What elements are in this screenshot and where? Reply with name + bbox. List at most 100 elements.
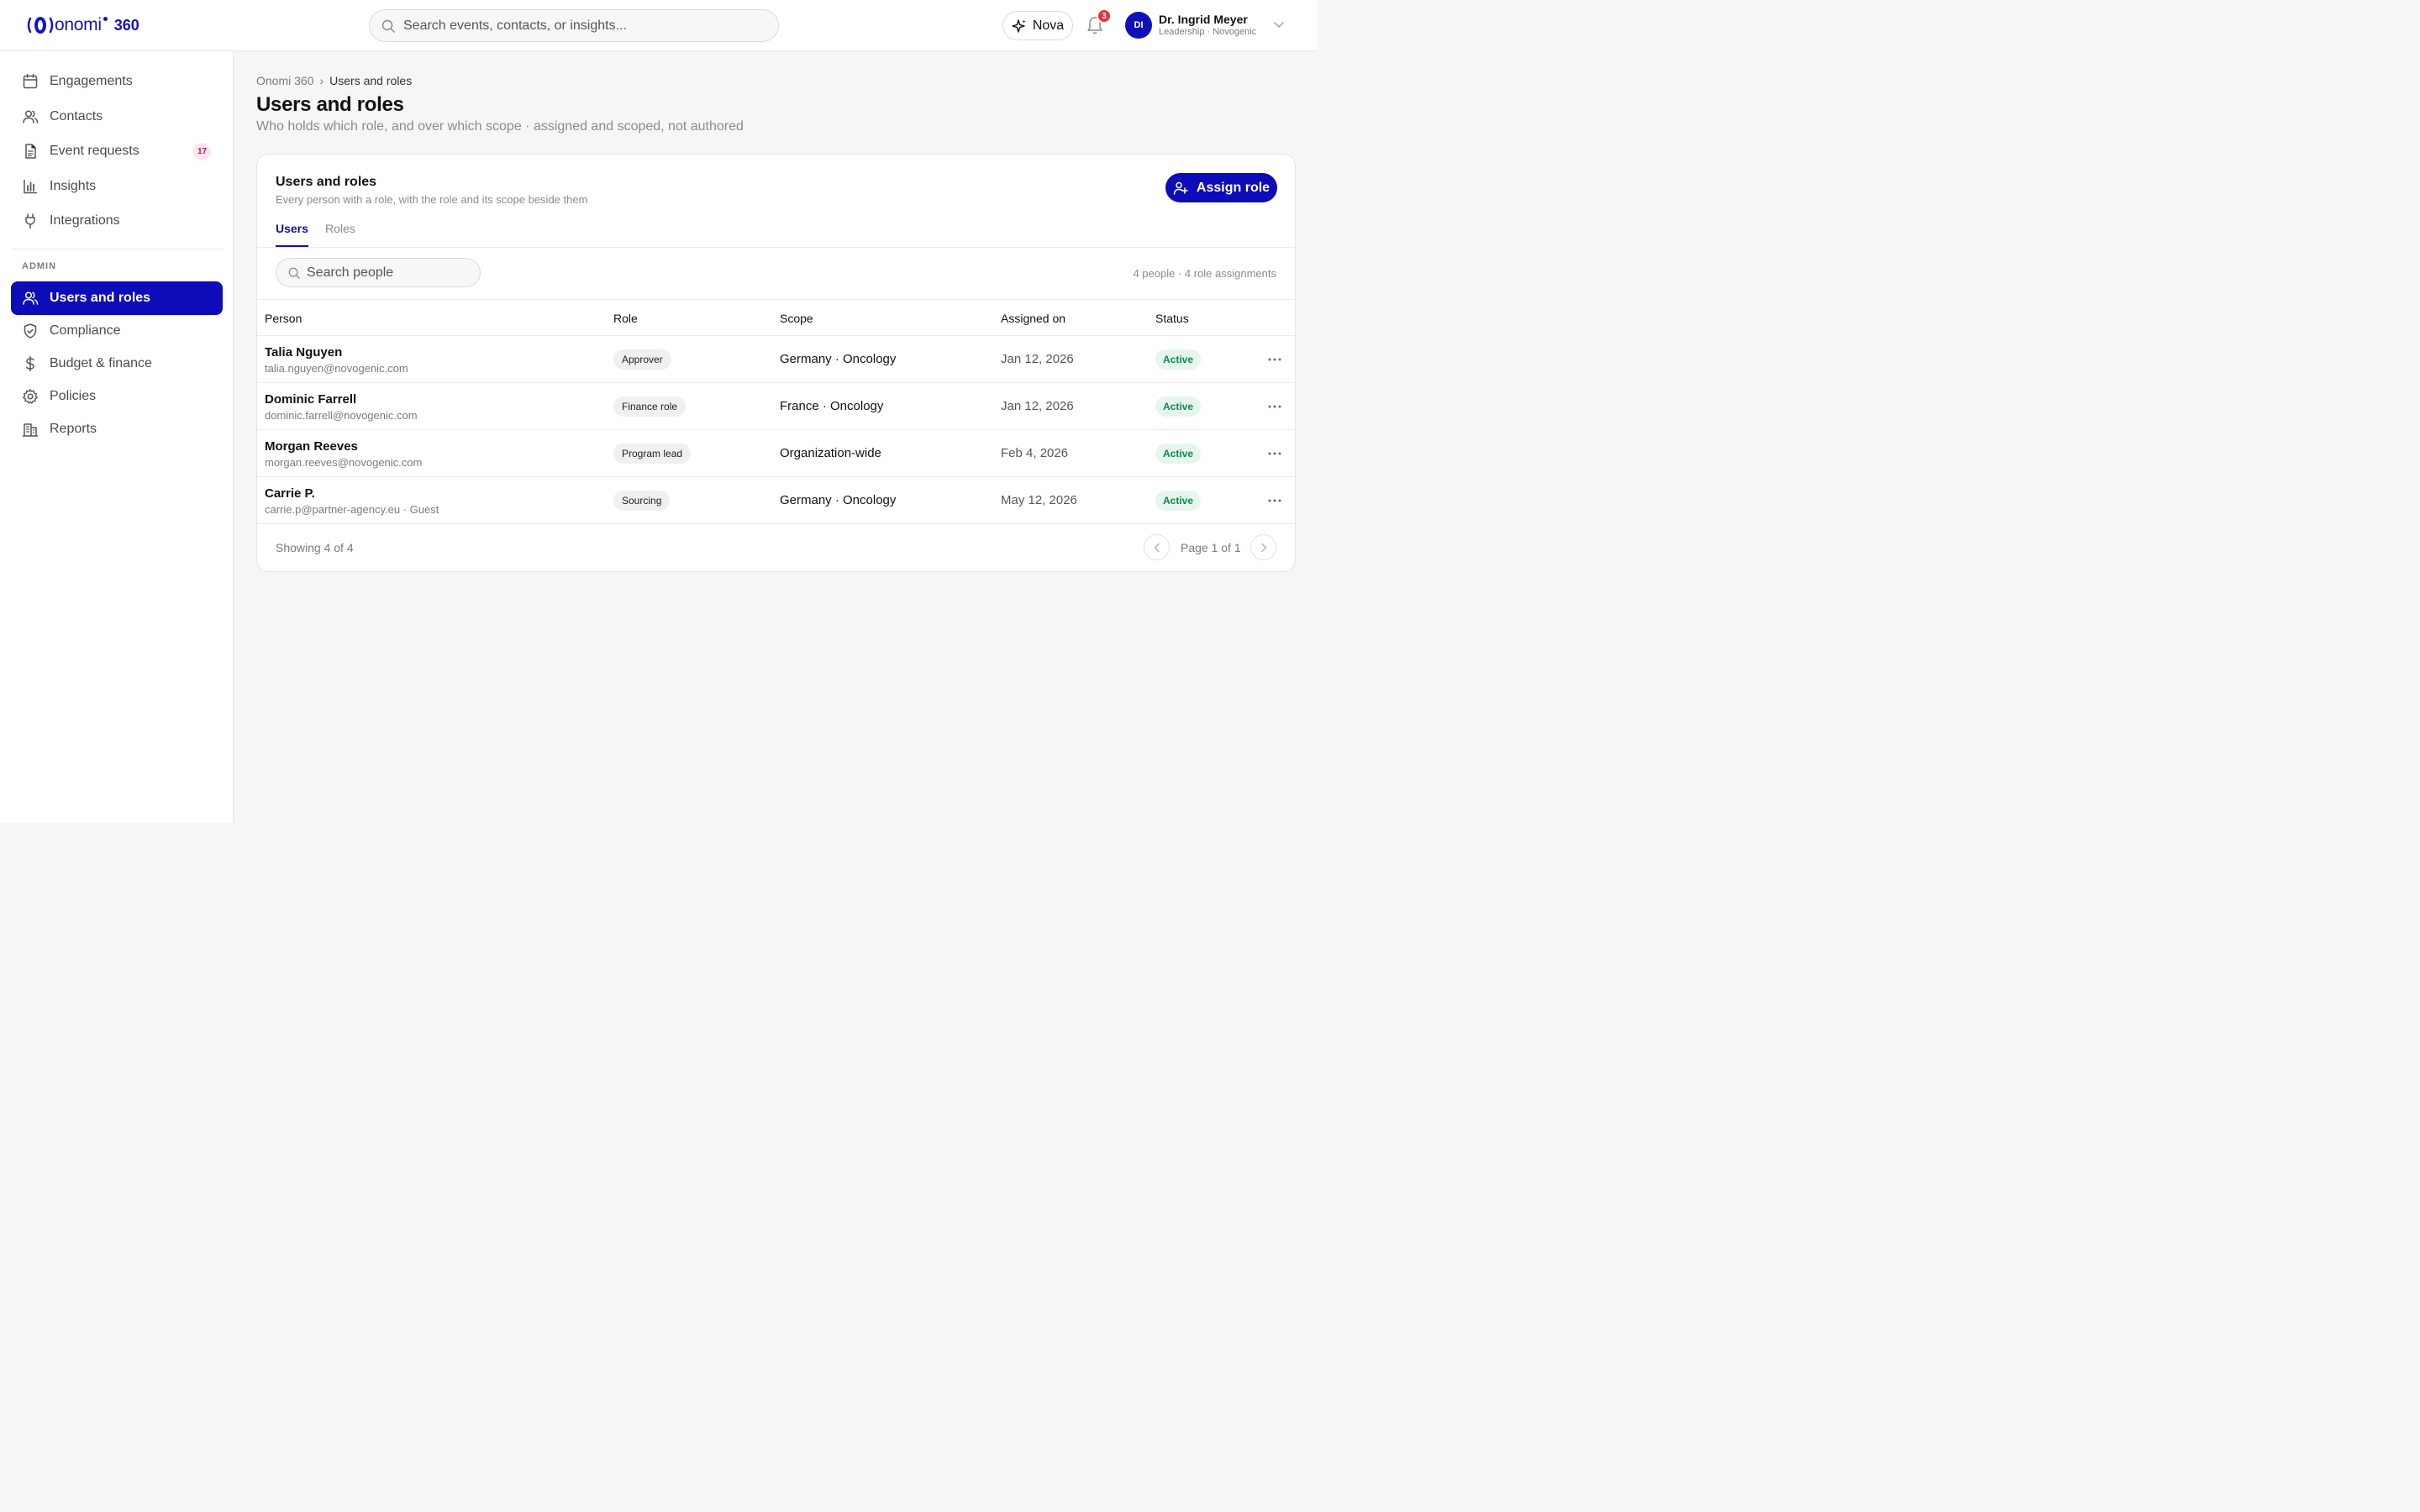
- user-role: Leadership · Novogenic: [1159, 27, 1257, 37]
- logo-dot: [103, 16, 108, 21]
- person-email: morgan.reeves@novogenic.com: [265, 456, 423, 469]
- users-icon: [22, 290, 39, 307]
- onomi-logo[interactable]: onomi 360: [27, 14, 139, 36]
- logo-suffix: 360: [113, 16, 139, 34]
- next-page-button[interactable]: [1250, 534, 1276, 560]
- breadcrumb-root[interactable]: Onomi 360: [256, 74, 313, 87]
- column-header-role[interactable]: Role: [613, 312, 638, 325]
- chevron-down-icon[interactable]: [1273, 20, 1285, 29]
- sidebar-item-insights[interactable]: Insights: [11, 170, 223, 203]
- assigned-date: Jan 12, 2026: [1001, 352, 1074, 366]
- avatar[interactable]: DI: [1125, 12, 1152, 39]
- status-badge: Active: [1155, 396, 1202, 417]
- sidebar-item-event-requests[interactable]: Event requests 17: [11, 134, 223, 168]
- status-badge: Active: [1155, 491, 1202, 511]
- scope-text: Germany · Oncology: [780, 352, 897, 366]
- table-row[interactable]: Dominic Farrell dominic.farrell@novogeni…: [257, 383, 1295, 430]
- previous-page-button[interactable]: [1144, 534, 1170, 560]
- status-badge: Active: [1155, 444, 1202, 464]
- person-name: Carrie P.: [265, 486, 315, 501]
- notification-badge: 3: [1097, 8, 1112, 24]
- sidebar-item-label: Engagements: [50, 74, 133, 88]
- more-icon[interactable]: [1267, 492, 1282, 509]
- users-icon: [22, 108, 39, 125]
- nova-label: Nova: [1032, 18, 1065, 33]
- global-search[interactable]: [369, 9, 779, 42]
- card-subtitle: Every person with a role, with the role …: [276, 193, 588, 206]
- showing-count: Showing 4 of 4: [276, 541, 354, 554]
- dollar-icon: [22, 355, 39, 372]
- card-title: Users and roles: [276, 175, 377, 189]
- assigned-date: Feb 4, 2026: [1001, 446, 1069, 460]
- global-search-input[interactable]: [403, 18, 756, 34]
- search-icon: [381, 19, 395, 33]
- tab-users[interactable]: Users: [276, 222, 308, 247]
- sidebar-item-compliance[interactable]: Compliance: [11, 314, 223, 348]
- bar-chart-icon: [22, 178, 39, 195]
- calendar-icon: [22, 73, 39, 90]
- breadcrumb: Onomi 360 › Users and roles: [256, 74, 412, 87]
- person-name: Morgan Reeves: [265, 439, 358, 454]
- sidebar-item-label: Reports: [50, 422, 97, 436]
- users-roles-card: Users and roles Every person with a role…: [256, 154, 1296, 572]
- document-icon: [22, 143, 39, 160]
- sidebar-item-engagements[interactable]: Engagements: [11, 65, 223, 98]
- gear-icon: [22, 388, 39, 405]
- more-icon[interactable]: [1267, 445, 1282, 462]
- user-name[interactable]: Dr. Ingrid Meyer: [1159, 13, 1248, 26]
- sidebar-item-label: Contacts: [50, 109, 103, 123]
- sidebar-item-integrations[interactable]: Integrations: [11, 204, 223, 238]
- table-row[interactable]: Morgan Reeves morgan.reeves@novogenic.co…: [257, 430, 1295, 477]
- top-bar: onomi 360 Nova 3 DI Dr. Ingrid Meyer Lea…: [0, 0, 1318, 51]
- assign-role-button[interactable]: Assign role: [1165, 173, 1277, 202]
- column-header-scope[interactable]: Scope: [780, 312, 813, 325]
- sidebar-item-contacts[interactable]: Contacts: [11, 100, 223, 134]
- tabs-divider: [257, 247, 1295, 248]
- sidebar-item-label: Integrations: [50, 213, 120, 228]
- person-name: Talia Nguyen: [265, 345, 343, 360]
- nova-button[interactable]: Nova: [1002, 11, 1073, 40]
- more-icon[interactable]: [1267, 398, 1282, 415]
- sidebar-item-reports[interactable]: Reports: [11, 412, 223, 446]
- scope-text: France · Oncology: [780, 399, 884, 413]
- chevron-right-icon: [1260, 543, 1267, 552]
- breadcrumb-current: Users and roles: [329, 74, 413, 87]
- person-name: Dominic Farrell: [265, 392, 357, 407]
- more-icon[interactable]: [1267, 351, 1282, 368]
- scope-text: Germany · Oncology: [780, 493, 897, 507]
- page-indicator: Page 1 of 1: [1181, 541, 1241, 554]
- chevron-left-icon: [1153, 543, 1160, 552]
- building-icon: [22, 421, 39, 438]
- sparkle-icon: [1012, 18, 1026, 33]
- sidebar-item-users-and-roles[interactable]: Users and roles: [11, 281, 223, 315]
- assigned-date: May 12, 2026: [1001, 493, 1077, 507]
- table-row[interactable]: Talia Nguyen talia.nguyen@novogenic.com …: [257, 336, 1295, 383]
- column-header-person[interactable]: Person: [265, 312, 302, 325]
- event-requests-count-badge: 17: [193, 143, 211, 160]
- logo-text: onomi: [55, 15, 102, 34]
- sidebar-item-label: Policies: [50, 389, 97, 403]
- people-search-input[interactable]: [307, 265, 466, 281]
- sidebar-item-label: Insights: [50, 179, 97, 193]
- role-badge: Program lead: [613, 444, 692, 464]
- sidebar-item-label: Users and roles: [50, 291, 151, 305]
- page-title: Users and roles: [256, 93, 404, 116]
- tab-roles[interactable]: Roles: [325, 222, 355, 245]
- sidebar-item-label: Compliance: [50, 323, 121, 338]
- role-badge: Finance role: [613, 396, 687, 417]
- role-badge: Sourcing: [613, 491, 671, 511]
- user-plus-icon: [1173, 181, 1188, 195]
- table-row[interactable]: Carrie P. carrie.p@partner-agency.eu · G…: [257, 477, 1295, 524]
- column-header-assigned-on[interactable]: Assigned on: [1001, 312, 1065, 325]
- assigned-date: Jan 12, 2026: [1001, 399, 1074, 413]
- shield-check-icon: [22, 323, 39, 339]
- person-email: talia.nguyen@novogenic.com: [265, 362, 408, 375]
- sidebar-item-policies[interactable]: Policies: [11, 380, 223, 413]
- people-search[interactable]: [276, 258, 481, 287]
- sidebar-item-budget-finance[interactable]: Budget & finance: [11, 347, 223, 381]
- breadcrumb-separator: ›: [319, 74, 324, 87]
- logo-mark-icon: [27, 17, 54, 34]
- role-badge: Approver: [613, 349, 671, 370]
- sidebar-item-label: Budget & finance: [50, 356, 152, 370]
- column-header-status[interactable]: Status: [1155, 312, 1189, 325]
